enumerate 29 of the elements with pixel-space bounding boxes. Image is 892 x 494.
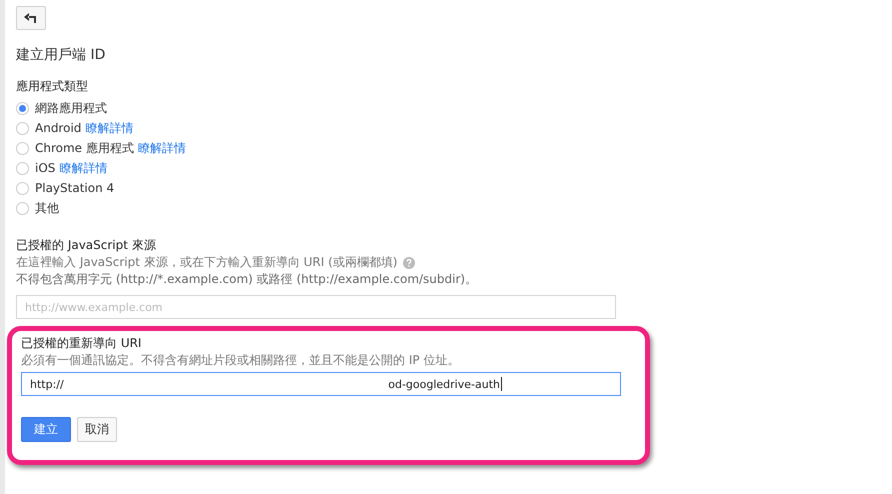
origin-input-field[interactable]: http://www.example.com (16, 295, 616, 319)
hint-text: 必須有一個通訊協定。不得含有網址片段或相關路徑，並且不能是公開的 IP 位址。 (21, 352, 460, 369)
learn-more-link[interactable]: 瞭解詳情 (59, 160, 108, 176)
back-arrow-icon (24, 13, 38, 23)
radio-button[interactable] (16, 202, 29, 214)
cancel-button[interactable]: 取消 (77, 417, 117, 442)
radio-button[interactable] (16, 162, 29, 174)
hint-text: 在這裡輸入 JavaScript 來源，或在下方輸入重新導向 URI (或兩欄都填) (16, 254, 398, 271)
back-button[interactable] (16, 6, 46, 30)
section-label: 應用程式類型 (16, 78, 89, 95)
option-label: Chrome 應用程式 (35, 140, 134, 156)
section-label: 已授權的 JavaScript 來源 (16, 237, 157, 254)
create-button[interactable]: 建立 (21, 417, 71, 442)
help-icon[interactable] (403, 256, 416, 268)
option-label: iOS (35, 161, 56, 175)
learn-more-link[interactable]: 瞭解詳情 (138, 140, 186, 156)
section-label: 已授權的重新導向 URI (21, 335, 142, 352)
redirect-uri-field[interactable]: http:// od-googledrive-auth (21, 372, 621, 396)
note-text: 不得包含萬用字元 (http://*.example.com) 或路徑 (http://example.com/subdir)。 (16, 271, 478, 288)
radio-button[interactable] (16, 142, 29, 154)
option-label: 網路應用程式 (35, 100, 107, 116)
option-label: Android (35, 121, 82, 135)
radio-button[interactable] (16, 182, 29, 194)
radio-button[interactable] (16, 122, 29, 134)
option-label: 其他 (35, 200, 59, 216)
option-label: PlayStation 4 (35, 181, 114, 195)
radio-button[interactable] (16, 102, 29, 114)
page-title: 建立用戶端 ID (16, 46, 106, 64)
learn-more-link[interactable]: 瞭解詳情 (85, 120, 134, 136)
